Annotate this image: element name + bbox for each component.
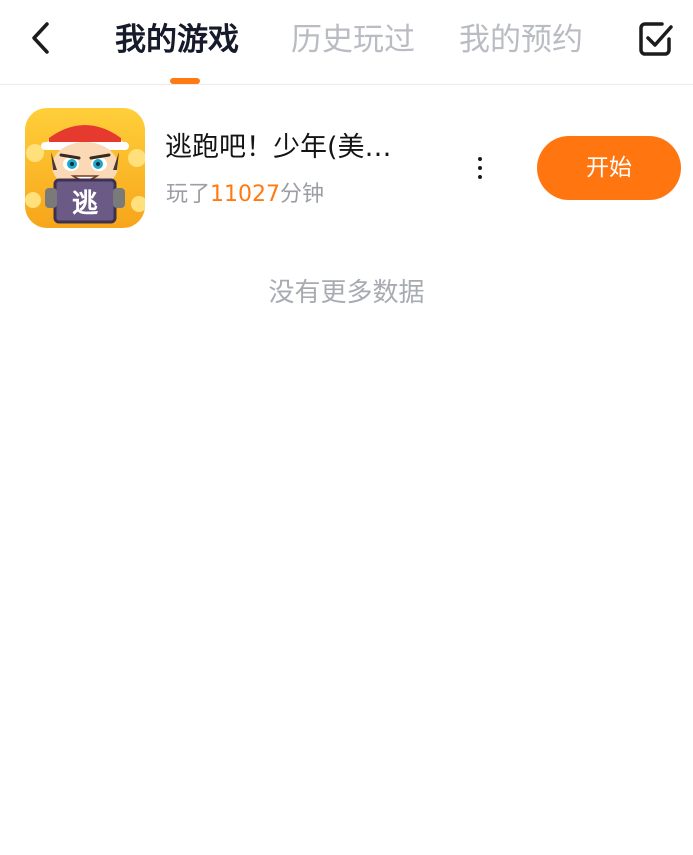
- list-item[interactable]: 逃 逃跑吧！少年(美… 玩了11027分钟 开始: [0, 86, 693, 246]
- manage-button[interactable]: [634, 17, 678, 61]
- playtime-prefix: 玩了: [166, 182, 211, 207]
- checkbox-check-icon: [639, 22, 673, 56]
- more-options-button[interactable]: [465, 148, 495, 188]
- tab-history-played[interactable]: 历史玩过: [291, 18, 415, 62]
- more-vertical-icon: [478, 157, 482, 161]
- no-more-data-text: 没有更多数据: [268, 278, 425, 308]
- game-icon[interactable]: 逃: [25, 108, 145, 228]
- tab-my-games[interactable]: 我的游戏: [115, 18, 239, 62]
- start-game-button[interactable]: 开始: [537, 136, 681, 200]
- game-playtime: 玩了11027分钟: [166, 180, 324, 210]
- tab-my-reservations[interactable]: 我的预约: [459, 18, 583, 62]
- active-tab-indicator: [170, 78, 200, 84]
- playtime-minutes: 11027: [210, 182, 281, 207]
- playtime-suffix: 分钟: [280, 182, 325, 207]
- back-button[interactable]: [20, 18, 60, 58]
- chevron-left-icon: [32, 22, 49, 54]
- top-nav-bar: 我的游戏 历史玩过 我的预约: [0, 0, 693, 85]
- game-cover-sign-text: 逃: [72, 189, 98, 219]
- game-title[interactable]: 逃跑吧！少年(美…: [165, 130, 425, 166]
- game-cover-image: 逃: [25, 108, 145, 228]
